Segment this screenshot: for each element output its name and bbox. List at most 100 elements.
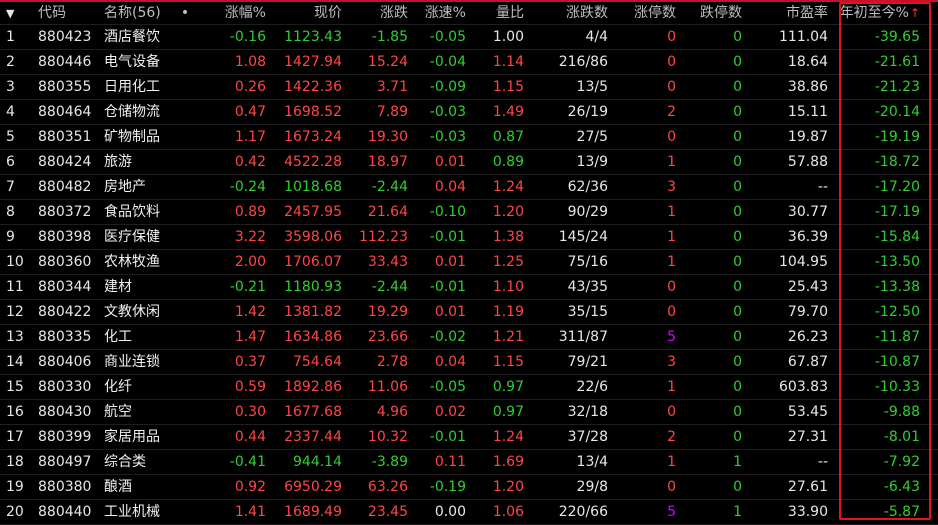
table-row[interactable]: 16 880430 航空 0.30 1677.68 4.96 0.02 0.97 32/18 0 0… xyxy=(0,400,938,425)
current-price: 1180.93 xyxy=(284,279,342,295)
sector-name: 文教休闲 xyxy=(104,304,160,320)
table-row[interactable]: 6 880424 旅游 0.42 4522.28 18.97 0.01 0.89 13/9 1 0 5… xyxy=(0,150,938,175)
pe-ratio: 104.95 xyxy=(779,254,828,270)
row-index: 3 xyxy=(6,79,15,95)
up-down-count: 35/15 xyxy=(567,304,608,320)
table-row[interactable]: 10 880360 农林牧渔 2.00 1706.07 33.43 0.01 1.25 75/1… xyxy=(0,250,938,275)
table-row[interactable]: 9 880398 医疗保健 3.22 3598.06 112.23 -0.01 1.38 145… xyxy=(0,225,938,250)
sector-name: 化纤 xyxy=(104,379,132,395)
column-header-name[interactable]: 名称(56) xyxy=(104,2,174,24)
column-header-change-pct[interactable]: 涨幅% xyxy=(198,2,266,24)
up-down-count: 90/29 xyxy=(567,204,608,220)
table-row[interactable]: 15 880330 化纤 0.59 1892.86 11.06 -0.05 0.97 22/6 1… xyxy=(0,375,938,400)
row-marker xyxy=(178,425,192,449)
row-index: 17 xyxy=(6,429,24,445)
sector-code: 880344 xyxy=(38,279,92,295)
row-index: 8 xyxy=(6,204,15,220)
table-row[interactable]: 8 880372 食品饮料 0.89 2457.95 21.64 -0.10 1.20 90/2… xyxy=(0,200,938,225)
limit-down-count: 1 xyxy=(733,454,742,470)
table-row[interactable]: 3 880355 日用化工 0.26 1422.36 3.71 -0.09 1.15 13/5 0… xyxy=(0,75,938,100)
volume-ratio: 1.38 xyxy=(492,229,524,245)
column-header-limit-up[interactable]: 涨停数 xyxy=(614,2,676,24)
column-header-up-down-count[interactable]: 涨跌数 xyxy=(530,2,608,24)
change-value: 19.30 xyxy=(367,129,408,145)
change-pct: 3.22 xyxy=(234,229,266,245)
column-header-price[interactable]: 现价 xyxy=(272,2,342,24)
change-speed: -0.10 xyxy=(429,204,466,220)
row-index: 12 xyxy=(6,304,24,320)
table-row[interactable]: 1 880423 酒店餐饮 -0.16 1123.43 -1.85 -0.05 1.00 4/4… xyxy=(0,25,938,50)
row-index: 2 xyxy=(6,54,15,70)
limit-up-count: 5 xyxy=(667,504,676,520)
sector-code: 880380 xyxy=(38,479,92,495)
change-value: -2.44 xyxy=(371,279,408,295)
current-price: 1689.49 xyxy=(284,504,342,520)
column-header-dot[interactable]: • xyxy=(178,2,192,24)
pe-ratio: 18.64 xyxy=(787,54,828,70)
volume-ratio: 1.24 xyxy=(492,179,524,195)
row-marker xyxy=(178,125,192,149)
table-row[interactable]: 11 880344 建材 -0.21 1180.93 -2.44 -0.01 1.10 43/3… xyxy=(0,275,938,300)
change-value: 23.66 xyxy=(367,329,408,345)
ytd-change: -6.43 xyxy=(883,479,920,495)
sector-code: 880482 xyxy=(38,179,92,195)
row-marker xyxy=(178,175,192,199)
limit-up-count: 0 xyxy=(667,54,676,70)
sector-code: 880423 xyxy=(38,29,92,45)
pe-ratio: 57.88 xyxy=(787,154,828,170)
column-header-ytd[interactable]: 年初至今%↑ xyxy=(838,2,920,24)
limit-up-count: 3 xyxy=(667,354,676,370)
row-index: 16 xyxy=(6,404,24,420)
current-price: 2337.44 xyxy=(284,429,342,445)
column-header-speed[interactable]: 涨速% xyxy=(412,2,466,24)
row-index: 4 xyxy=(6,104,15,120)
up-down-count: 4/4 xyxy=(585,29,608,45)
change-value: 10.32 xyxy=(367,429,408,445)
change-pct: 0.47 xyxy=(234,104,266,120)
column-header-volume-ratio[interactable]: 量比 xyxy=(470,2,524,24)
table-row[interactable]: 17 880399 家居用品 0.44 2337.44 10.32 -0.01 1.24 37/… xyxy=(0,425,938,450)
change-speed: 0.04 xyxy=(434,354,466,370)
sector-code: 880335 xyxy=(38,329,92,345)
table-row[interactable]: 12 880422 文教休闲 1.42 1381.82 19.29 0.01 1.19 35/1… xyxy=(0,300,938,325)
pe-ratio: 36.39 xyxy=(787,229,828,245)
row-marker xyxy=(178,150,192,174)
current-price: 3598.06 xyxy=(284,229,342,245)
limit-up-count: 1 xyxy=(667,379,676,395)
column-header-change[interactable]: 涨跌 xyxy=(346,2,408,24)
pe-ratio: -- xyxy=(817,454,828,470)
sector-name: 航空 xyxy=(104,404,132,420)
up-down-count: 26/19 xyxy=(567,104,608,120)
table-row[interactable]: 7 880482 房地产 -0.24 1018.68 -2.44 0.04 1.24 62/36… xyxy=(0,175,938,200)
ytd-change: -15.84 xyxy=(874,229,920,245)
column-header-pe[interactable]: 市盈率 xyxy=(748,2,828,24)
sector-code: 880422 xyxy=(38,304,92,320)
table-row[interactable]: 20 880440 工业机械 1.41 1689.49 23.45 0.00 1.06 220/… xyxy=(0,500,938,525)
table-body: 1 880423 酒店餐饮 -0.16 1123.43 -1.85 -0.05 1.00 4/4… xyxy=(0,25,938,525)
table-header: ▼ 代码 名称(56) • 涨幅% 现价 涨跌 涨速% 量比 涨跌数 涨停数 跌… xyxy=(0,2,938,25)
column-menu-button[interactable]: ▼ xyxy=(0,2,30,24)
row-index: 7 xyxy=(6,179,15,195)
sector-code: 880398 xyxy=(38,229,92,245)
column-header-limit-down[interactable]: 跌停数 xyxy=(680,2,742,24)
table-row[interactable]: 2 880446 电气设备 1.08 1427.94 15.24 -0.04 1.14 216/… xyxy=(0,50,938,75)
change-value: -3.89 xyxy=(371,454,408,470)
caret-down-icon: ▼ xyxy=(6,7,15,20)
table-row[interactable]: 4 880464 仓储物流 0.47 1698.52 7.89 -0.03 1.49 26/19… xyxy=(0,100,938,125)
up-down-count: 13/9 xyxy=(576,154,608,170)
table-row[interactable]: 18 880497 综合类 -0.41 944.14 -3.89 0.11 1.69 13/4 1… xyxy=(0,450,938,475)
ytd-change: -10.87 xyxy=(874,354,920,370)
column-header-code[interactable]: 代码 xyxy=(38,2,102,24)
pe-ratio: 26.23 xyxy=(787,329,828,345)
table-row[interactable]: 13 880335 化工 1.47 1634.86 23.66 -0.02 1.21 311/8… xyxy=(0,325,938,350)
limit-down-count: 0 xyxy=(733,179,742,195)
table-row[interactable]: 19 880380 酿酒 0.92 6950.29 63.26 -0.19 1.20 29/8 0… xyxy=(0,475,938,500)
change-pct: 1.47 xyxy=(234,329,266,345)
sector-code: 880497 xyxy=(38,454,92,470)
sector-name: 酿酒 xyxy=(104,479,132,495)
table-row[interactable]: 5 880351 矿物制品 1.17 1673.24 19.30 -0.03 0.87 27/5… xyxy=(0,125,938,150)
sector-name: 医疗保健 xyxy=(104,229,160,245)
change-pct: 0.44 xyxy=(234,429,266,445)
row-index: 1 xyxy=(6,29,15,45)
table-row[interactable]: 14 880406 商业连锁 0.37 754.64 2.78 0.04 1.15 79/21 3… xyxy=(0,350,938,375)
